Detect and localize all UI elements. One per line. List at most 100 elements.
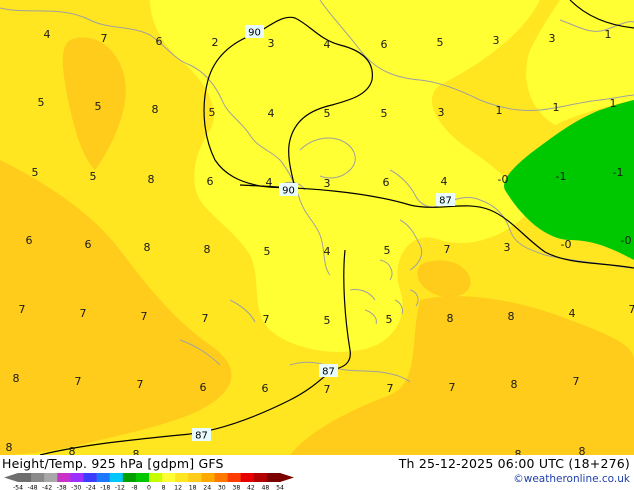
color-scale-swatch bbox=[57, 473, 71, 482]
color-scale-tick: -8 bbox=[131, 485, 137, 490]
temperature-value: 3 bbox=[493, 34, 500, 47]
color-scale-tick: 30 bbox=[218, 485, 226, 490]
temperature-value: 3 bbox=[549, 32, 556, 45]
temperature-value: 5 bbox=[384, 244, 391, 257]
temperature-value: -0 bbox=[561, 238, 572, 251]
color-scale-tick: 8 bbox=[162, 485, 166, 490]
temperature-value: 6 bbox=[207, 175, 214, 188]
credit-link[interactable]: ©weatheronline.co.uk bbox=[513, 473, 630, 485]
temperature-value: 8 bbox=[6, 441, 13, 454]
map-title: Height/Temp. 925 hPa [gdpm] GFS bbox=[2, 456, 224, 471]
contour-label: 90 bbox=[279, 183, 298, 197]
temperature-value: 1 bbox=[610, 97, 617, 110]
color-scale-tick: -38 bbox=[57, 485, 67, 490]
temperature-value: 7 bbox=[324, 383, 331, 396]
color-scale-swatch bbox=[96, 473, 111, 482]
temperature-value: 7 bbox=[141, 310, 148, 323]
color-scale-swatch bbox=[135, 473, 150, 482]
contour-label: 87 bbox=[319, 364, 338, 378]
contour-label: 87 bbox=[436, 193, 455, 207]
color-scale-swatch bbox=[175, 473, 189, 482]
temperature-value: 4 bbox=[268, 107, 275, 120]
contour-label: 87 bbox=[192, 428, 211, 442]
color-scale-tick: 48 bbox=[262, 485, 270, 490]
temperature-value: 7 bbox=[449, 381, 456, 394]
color-scale-tick: 24 bbox=[203, 485, 211, 490]
temperature-value: 2 bbox=[212, 36, 219, 49]
temperature-value: 8 bbox=[13, 372, 20, 385]
temperature-value: 6 bbox=[383, 176, 390, 189]
color-scale-tick: 38 bbox=[232, 485, 240, 490]
temperature-value: 4 bbox=[266, 176, 273, 189]
temperature-value: 7 bbox=[80, 307, 87, 320]
color-scale-tick: 42 bbox=[247, 485, 255, 490]
temperature-value: 7 bbox=[573, 375, 580, 388]
temperature-value: 4 bbox=[569, 307, 576, 320]
color-scale-swatch bbox=[162, 473, 176, 482]
temperature-value: 6 bbox=[262, 382, 269, 395]
temperature-value: 7 bbox=[19, 303, 26, 316]
temperature-value: 6 bbox=[200, 381, 207, 394]
temperature-value: 4 bbox=[44, 28, 51, 41]
color-scale-swatch bbox=[227, 473, 242, 482]
contour-label: 90 bbox=[245, 25, 264, 39]
temperature-value: 5 bbox=[90, 170, 97, 183]
temperature-value: 8 bbox=[508, 310, 515, 323]
color-scale-swatch bbox=[70, 473, 84, 482]
temperature-value: -0 bbox=[498, 173, 509, 186]
temperature-value: 8 bbox=[148, 173, 155, 186]
map-viewer: 90 90 87 87 87 4762346533155854553111558… bbox=[0, 0, 634, 490]
temperature-value: -1 bbox=[556, 170, 567, 183]
svg-text:87: 87 bbox=[322, 367, 335, 378]
temperature-value: 7 bbox=[202, 312, 209, 325]
temperature-value: 5 bbox=[264, 245, 271, 258]
temperature-value: 8 bbox=[204, 243, 211, 256]
color-scale-swatch bbox=[109, 473, 124, 482]
color-scale-tick: -42 bbox=[42, 485, 52, 490]
color-scale-swatch bbox=[44, 473, 58, 482]
temperature-value: 3 bbox=[268, 37, 275, 50]
temperature-value: -1 bbox=[613, 166, 624, 179]
color-scale-swatch bbox=[31, 473, 45, 482]
color-scale-swatch bbox=[214, 473, 229, 482]
temperature-value: 7 bbox=[629, 303, 634, 316]
footer-bar: Height/Temp. 925 hPa [gdpm] GFS Th 25-12… bbox=[0, 455, 634, 490]
color-scale-swatch bbox=[149, 473, 163, 482]
color-scale-tick: -24 bbox=[86, 485, 96, 490]
forecast-datetime: Th 25-12-2025 06:00 UTC (18+276) bbox=[398, 456, 630, 471]
color-scale-swatch bbox=[253, 473, 268, 482]
color-scale-swatch bbox=[188, 473, 202, 482]
temperature-value: -0 bbox=[621, 234, 632, 247]
temperature-value: 5 bbox=[32, 166, 39, 179]
temperature-value: 7 bbox=[137, 378, 144, 391]
color-scale-swatch bbox=[18, 473, 32, 482]
temperature-value: 7 bbox=[75, 375, 82, 388]
temperature-value: 1 bbox=[553, 101, 560, 114]
color-scale-tick: 12 bbox=[174, 485, 182, 490]
temperature-value: 8 bbox=[515, 448, 522, 455]
svg-text:87: 87 bbox=[439, 196, 452, 207]
temperature-value: 4 bbox=[324, 245, 331, 258]
temperature-value: 4 bbox=[324, 38, 331, 51]
temperature-value: 6 bbox=[85, 238, 92, 251]
color-scale-arrow-right bbox=[280, 473, 294, 482]
color-scale-tick: -48 bbox=[28, 485, 38, 490]
temperature-value: 8 bbox=[511, 378, 518, 391]
temperature-value: 7 bbox=[444, 243, 451, 256]
color-scale-swatch bbox=[240, 473, 255, 482]
color-scale-legend: -54 -48 -42 -38 -30 -24 -18 -12 -8 0 8 12 18 24 30 38 42… bbox=[4, 473, 294, 490]
temperature-value: 5 bbox=[386, 313, 393, 326]
color-scale-tick: -18 bbox=[100, 485, 110, 490]
temperature-value: 6 bbox=[381, 38, 388, 51]
temperature-value: 5 bbox=[209, 106, 216, 119]
svg-text:90: 90 bbox=[248, 28, 261, 39]
color-scale-arrow-left bbox=[4, 473, 18, 482]
temperature-value: 7 bbox=[101, 32, 108, 45]
color-scale-tick: -54 bbox=[13, 485, 23, 490]
temperature-value: 1 bbox=[496, 104, 503, 117]
color-scale-swatch bbox=[83, 473, 98, 482]
temperature-value: 7 bbox=[263, 313, 270, 326]
color-scale-tick: -12 bbox=[115, 485, 125, 490]
temperature-value: 7 bbox=[387, 382, 394, 395]
color-scale-tick: 18 bbox=[189, 485, 197, 490]
